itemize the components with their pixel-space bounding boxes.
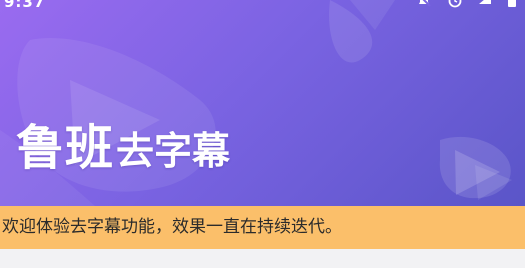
header-banner: 9:37 鲁班去字幕 — [0, 0, 525, 206]
alarm-icon — [448, 0, 462, 8]
bell-off-icon — [418, 0, 431, 7]
status-icons — [406, 0, 517, 12]
notice-banner: 欢迎体验去字幕功能，效果一直在持续迭代。 — [0, 206, 525, 249]
notice-text: 欢迎体验去字幕功能，效果一直在持续迭代。 — [2, 217, 342, 237]
brand-name: 鲁班 — [16, 120, 115, 176]
app-brand-title: 鲁班去字幕 — [16, 118, 230, 181]
status-time: 9:37 — [4, 0, 46, 11]
content-area — [0, 249, 525, 268]
signal-icon — [478, 0, 491, 4]
brand-feature: 去字幕 — [116, 129, 231, 173]
status-bar: 9:37 — [0, 0, 525, 12]
battery-icon — [508, 0, 516, 7]
